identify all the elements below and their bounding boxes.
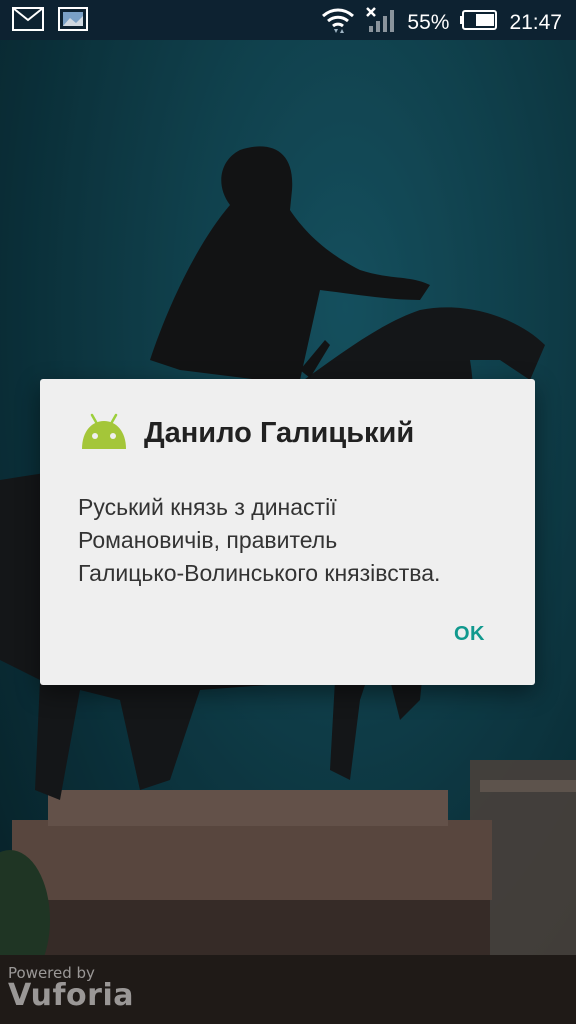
no-signal-icon bbox=[365, 6, 397, 39]
battery-percent: 55% bbox=[407, 10, 450, 34]
watermark-brand: Vuforia bbox=[8, 978, 134, 1013]
dialog-header: Данило Галицький bbox=[78, 411, 414, 456]
dialog-title: Данило Галицький bbox=[144, 417, 415, 449]
gallery-icon bbox=[58, 7, 88, 36]
vuforia-watermark: Powered by Vuforia bbox=[8, 964, 134, 1013]
mail-icon bbox=[12, 7, 44, 36]
ok-button[interactable]: OK bbox=[440, 615, 499, 654]
alert-dialog: Данило Галицький Руський князь з династі… bbox=[40, 379, 535, 685]
wifi-icon bbox=[321, 6, 355, 39]
status-bar: 55% 21:47 bbox=[0, 0, 576, 40]
clock: 21:47 bbox=[509, 10, 562, 34]
android-icon bbox=[78, 411, 130, 456]
dialog-message: Руський князь з династії Романовичів, пр… bbox=[78, 494, 441, 586]
battery-icon bbox=[459, 9, 499, 36]
